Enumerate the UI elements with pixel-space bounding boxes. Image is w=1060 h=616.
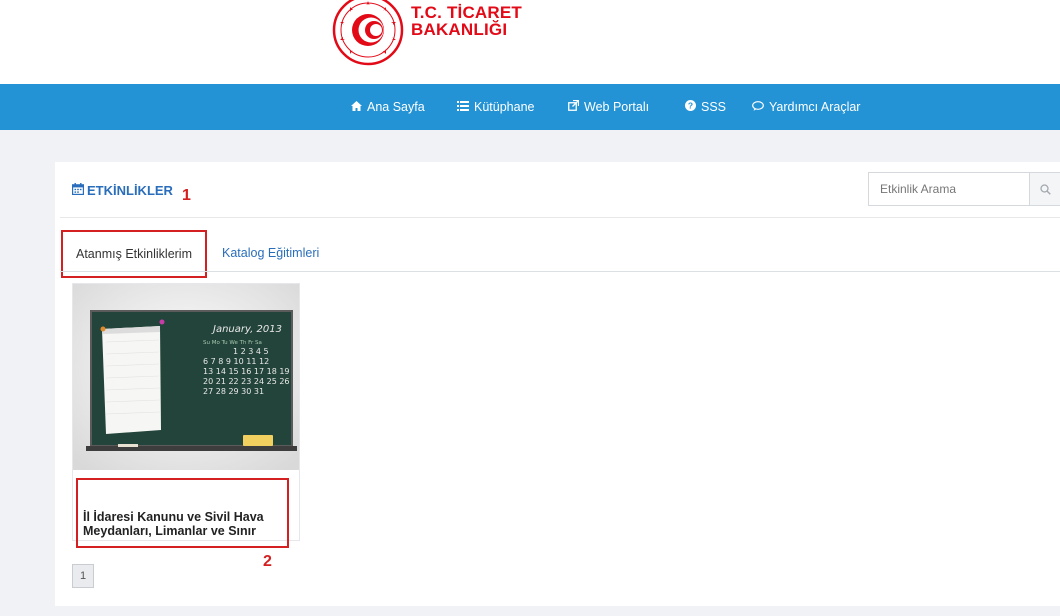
section-title: ETKİNLİKLER — [87, 183, 173, 198]
chalkboard-calendar-image: January, 2013 Su Mo Tu We Th Fr Sa 1 2 3… — [73, 284, 299, 470]
question-circle-icon: ? — [685, 85, 696, 131]
nav-home[interactable]: Ana Sayfa — [351, 84, 425, 130]
image-month-text: January, 2013 — [211, 324, 282, 335]
section-heading: ETKİNLİKLER — [72, 183, 173, 198]
list-icon — [457, 85, 469, 131]
header: T.C. TİCARET BAKANLIĞI — [0, 0, 1060, 84]
ministry-logo[interactable]: T.C. TİCARET BAKANLIĞI — [331, 0, 531, 72]
nav-library-label: Kütüphane — [474, 100, 535, 114]
search-button[interactable] — [1029, 173, 1060, 205]
home-icon — [351, 85, 362, 131]
activity-card[interactable]: January, 2013 Su Mo Tu We Th Fr Sa 1 2 3… — [72, 283, 300, 548]
image-week-5: 27 28 29 30 31 — [203, 387, 264, 396]
nav-helper-tools[interactable]: Yardımcı Araçlar — [752, 84, 860, 130]
brand-line-2: BAKANLIĞI — [411, 20, 508, 39]
image-days-header: Su Mo Tu We Th Fr Sa — [203, 340, 262, 346]
tab-catalog-trainings[interactable]: Katalog Eğitimleri — [222, 236, 319, 271]
pagination-page-1[interactable]: 1 — [72, 564, 94, 588]
callout-2: 2 — [263, 553, 272, 570]
card-title-highlight: İl İdaresi Kanunu ve Sivil Hava Meydanla… — [76, 478, 289, 548]
image-week-4: 20 21 22 23 24 25 26 — [203, 377, 290, 386]
external-link-icon — [568, 85, 580, 131]
nav-web-portal[interactable]: Web Portalı — [568, 84, 649, 130]
activity-search — [868, 172, 1060, 206]
nav-web-portal-label: Web Portalı — [584, 100, 650, 114]
ministry-emblem-icon — [332, 0, 404, 66]
search-icon — [1039, 183, 1051, 195]
calendar-icon — [72, 183, 85, 198]
svg-text:?: ? — [688, 101, 693, 111]
nav-home-label: Ana Sayfa — [367, 100, 425, 114]
main-navbar: Ana Sayfa Kütüphane Web Portalı ? SSS Ya… — [0, 84, 1060, 130]
nav-faq-label: SSS — [701, 100, 727, 114]
nav-faq[interactable]: ? SSS — [685, 84, 726, 130]
chat-bubble-icon — [752, 85, 764, 131]
activities-panel: ETKİNLİKLER 1 Atanmış Etkinliklerim Kata… — [55, 162, 1060, 606]
header-divider — [60, 217, 1060, 218]
callout-1: 1 — [182, 187, 191, 204]
brand-line-1: T.C. TİCARET — [411, 3, 523, 22]
nav-library[interactable]: Kütüphane — [457, 84, 534, 130]
image-week-2: 6 7 8 9 10 11 12 — [203, 357, 269, 366]
brand-text: T.C. TİCARET BAKANLIĞI — [411, 4, 522, 38]
tabs-underline — [60, 271, 1060, 272]
image-week-1: 1 2 3 4 5 — [233, 347, 269, 356]
card-title[interactable]: İl İdaresi Kanunu ve Sivil Hava Meydanla… — [83, 510, 288, 538]
nav-helper-tools-label: Yardımcı Araçlar — [769, 100, 861, 114]
search-input[interactable] — [869, 173, 1029, 205]
image-week-3: 13 14 15 16 17 18 19 — [203, 367, 290, 376]
